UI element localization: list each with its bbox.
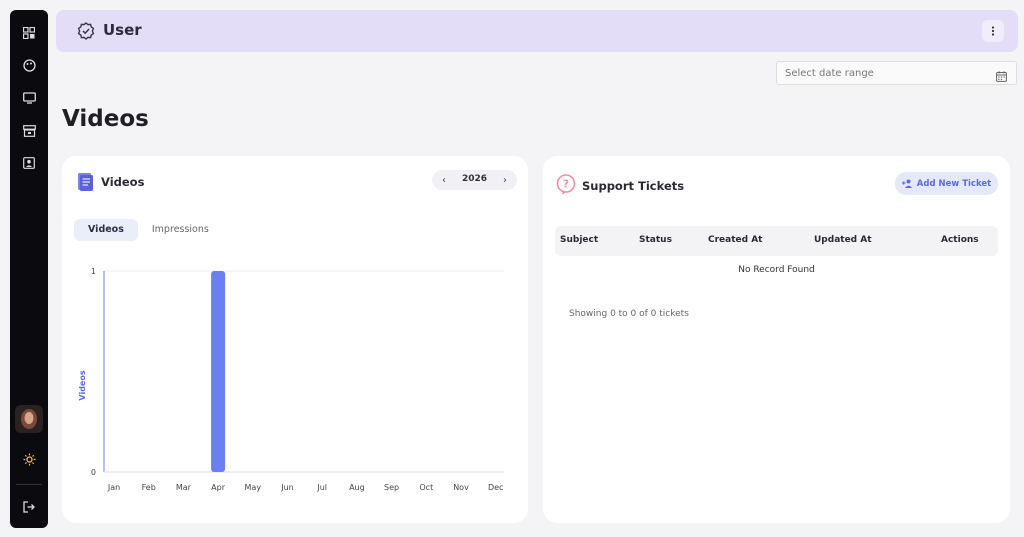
question-bubble-icon: ? xyxy=(556,174,576,195)
badge-check-icon xyxy=(77,22,95,40)
sun-icon[interactable] xyxy=(21,451,37,467)
logout-icon[interactable] xyxy=(21,499,37,515)
x-tick-label: Dec xyxy=(488,483,503,492)
bar-apr xyxy=(211,271,226,472)
y-tick-label: 0 xyxy=(91,468,96,477)
add-user-icon xyxy=(901,179,912,188)
sidebar xyxy=(10,10,48,528)
store-icon[interactable] xyxy=(21,123,37,139)
add-new-ticket-label: Add New Ticket xyxy=(916,178,992,189)
x-tick-label: Oct xyxy=(419,483,433,492)
x-tick-label: Feb xyxy=(142,483,156,492)
support-tickets-title: Support Tickets xyxy=(582,179,685,193)
page-header-title: User xyxy=(103,21,142,39)
y-axis-label: Videos xyxy=(78,370,87,400)
x-tick-label: Jun xyxy=(280,483,294,492)
avatar[interactable] xyxy=(15,405,43,433)
column-actions: Actions xyxy=(941,235,979,245)
column-subject: Subject xyxy=(560,235,599,245)
date-range-input[interactable] xyxy=(777,62,987,84)
column-status: Status xyxy=(639,235,672,245)
dashboard-icon[interactable] xyxy=(21,25,37,41)
add-new-ticket-button[interactable]: Add New Ticket xyxy=(895,172,998,195)
y-tick-label: 1 xyxy=(91,267,96,276)
x-tick-label: Nov xyxy=(453,483,469,492)
x-tick-label: Apr xyxy=(211,483,226,492)
tickets-table-header: Subject Status Created At Updated At Act… xyxy=(555,226,998,256)
pagination-summary: Showing 0 to 0 of 0 tickets xyxy=(569,309,689,319)
videos-card: Videos ‹ 2026 › Videos Impressions 0 1 Vid… xyxy=(62,156,528,523)
vertical-dots-icon xyxy=(991,26,995,36)
x-tick-label: May xyxy=(245,483,262,492)
empty-table-message: No Record Found xyxy=(738,265,815,275)
column-created-at: Created At xyxy=(708,235,763,245)
calendar-icon[interactable] xyxy=(996,67,1008,82)
monitor-icon[interactable] xyxy=(21,90,37,106)
sidebar-divider xyxy=(16,484,42,485)
date-range-picker[interactable] xyxy=(776,61,1017,85)
top-bar: User xyxy=(56,10,1018,52)
palette-icon[interactable] xyxy=(21,57,37,73)
contact-card-icon[interactable] xyxy=(21,155,37,171)
page-title: Videos xyxy=(62,106,149,132)
more-options-button[interactable] xyxy=(982,20,1004,42)
support-tickets-card: ? Support Tickets Add New Ticket Subject… xyxy=(543,156,1010,523)
x-tick-label: Aug xyxy=(349,483,365,492)
column-updated-at: Updated At xyxy=(814,235,872,245)
x-tick-label: Sep xyxy=(384,483,399,492)
x-tick-label: Mar xyxy=(176,483,192,492)
x-tick-label: Jan xyxy=(107,483,120,492)
videos-bar-chart: 0 1 Videos Jan Feb Mar Apr May Jun Jul Aug Sep Oct No… xyxy=(78,267,504,492)
svg-text:?: ? xyxy=(563,178,569,191)
x-tick-label: Jul xyxy=(316,483,327,492)
